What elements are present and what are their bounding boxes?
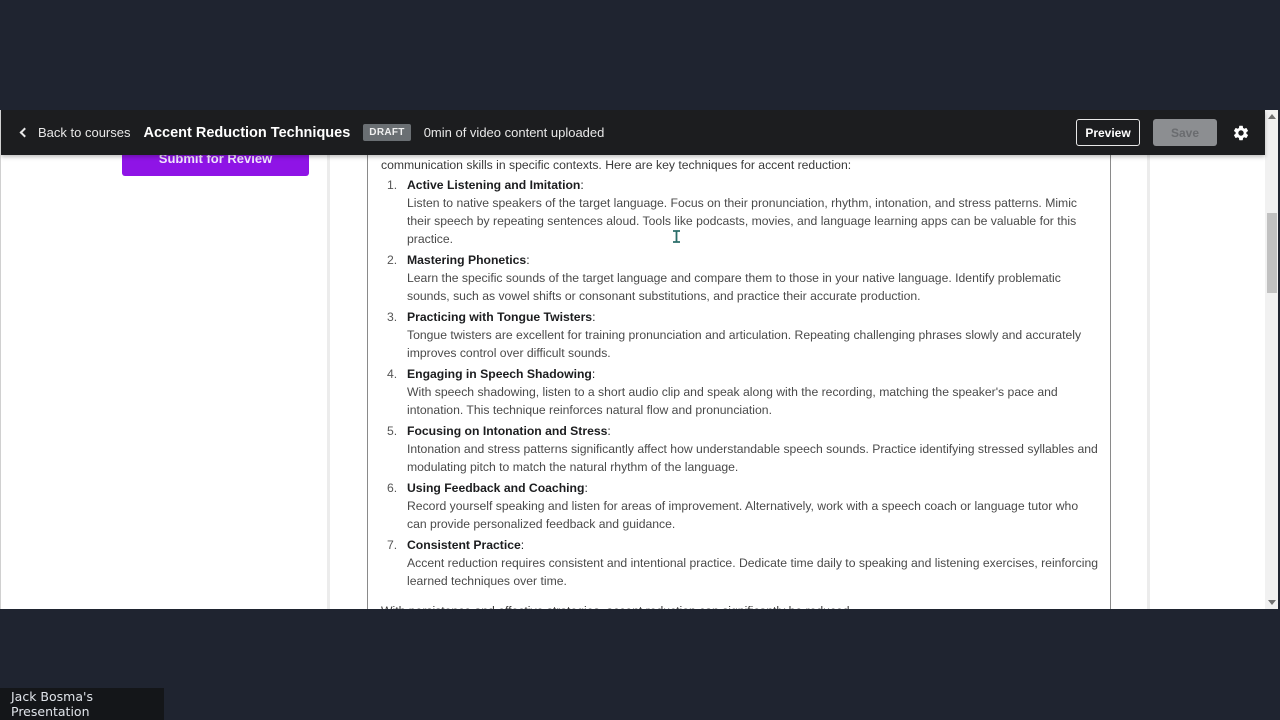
back-to-courses-link[interactable]: Back to courses xyxy=(19,125,131,140)
back-label: Back to courses xyxy=(38,125,131,140)
technique-title-colon: : xyxy=(526,253,530,267)
technique-description: Tongue twisters are excellent for traini… xyxy=(407,328,1082,360)
technique-item: 4. Engaging in Speech Shadowing: With spee… xyxy=(381,365,1101,419)
technique-title-colon: : xyxy=(592,310,596,324)
editor-content[interactable]: communication skills in specific context… xyxy=(381,156,1101,609)
technique-description: Listen to native speakers of the target … xyxy=(407,196,1078,246)
scroll-up-arrow-icon[interactable] xyxy=(1268,114,1276,119)
course-header-bar: Back to courses Accent Reduction Techniq… xyxy=(1,110,1265,155)
technique-number: 5. xyxy=(387,424,398,438)
technique-number: 7. xyxy=(387,538,398,552)
technique-title-text: Practicing with Tongue Twisters xyxy=(407,310,593,324)
technique-title-colon: : xyxy=(580,178,584,192)
course-editor-window: Back to courses Accent Reduction Techniq… xyxy=(0,110,1278,609)
scroll-thumb[interactable] xyxy=(1267,213,1277,293)
presenter-label: Jack Bosma's Presentation xyxy=(0,688,164,720)
technique-title-text: Engaging in Speech Shadowing xyxy=(407,367,592,381)
technique-title-text: Using Feedback and Coaching xyxy=(407,481,585,495)
rich-text-editor[interactable]: communication skills in specific context… xyxy=(367,140,1111,609)
technique-description: Accent reduction requires consistent and… xyxy=(407,556,1099,588)
technique-number: 2. xyxy=(387,253,398,267)
technique-title-text: Active Listening and Imitation xyxy=(407,178,581,192)
vertical-scrollbar[interactable] xyxy=(1265,110,1278,609)
page-divider-left xyxy=(327,155,330,609)
technique-title-text: Consistent Practice xyxy=(407,538,521,552)
technique-title: Using Feedback and Coaching: xyxy=(407,479,1101,497)
technique-title: Practicing with Tongue Twisters: xyxy=(407,308,1101,326)
page-divider-right xyxy=(1147,155,1150,609)
technique-item: 7. Consistent Practice: Accent reduction r… xyxy=(381,536,1101,590)
technique-title: Consistent Practice: xyxy=(407,536,1101,554)
technique-description: With speech shadowing, listen to a short… xyxy=(407,385,1058,417)
technique-title-colon: : xyxy=(591,367,596,381)
technique-description: Record yourself speaking and listen for … xyxy=(407,499,1079,531)
gear-icon[interactable] xyxy=(1231,123,1251,143)
left-sidebar: Submit for Review xyxy=(1,145,329,609)
technique-title-text: Mastering Phonetics xyxy=(407,253,527,267)
upload-status: 0min of video content uploaded xyxy=(423,125,605,140)
intro-paragraph: communication skills in specific context… xyxy=(381,158,852,172)
closing-paragraph: With persistence and effective strategie… xyxy=(381,602,1101,609)
scroll-down-arrow-icon[interactable] xyxy=(1268,600,1276,605)
technique-title-text: Focusing on Intonation and Stress xyxy=(407,424,608,438)
technique-number: 1. xyxy=(387,178,398,192)
technique-number: 3. xyxy=(387,310,398,324)
technique-description: Learn the specific sounds of the target … xyxy=(407,271,1061,303)
save-button[interactable]: Save xyxy=(1153,119,1217,146)
technique-item: 1. Active Listening and Imitation: Listen … xyxy=(381,176,1101,248)
technique-title-colon: : xyxy=(584,481,588,495)
technique-title: Active Listening and Imitation: xyxy=(407,176,1101,194)
technique-item: 5. Focusing on Intonation and Stress: Into… xyxy=(381,422,1101,476)
technique-number: 6. xyxy=(387,481,398,495)
technique-title: Mastering Phonetics: xyxy=(407,251,1101,269)
chevron-left-icon xyxy=(19,127,30,138)
header-actions: Preview Save xyxy=(1076,119,1251,146)
technique-title: Engaging in Speech Shadowing: xyxy=(407,365,1101,383)
status-badge: DRAFT xyxy=(363,124,411,141)
technique-title: Focusing on Intonation and Stress: xyxy=(407,422,1101,440)
technique-item: 2. Mastering Phonetics: Learn the specific… xyxy=(381,251,1101,305)
course-title: Accent Reduction Techniques xyxy=(143,124,351,141)
technique-number: 4. xyxy=(387,367,398,381)
text-cursor-icon xyxy=(673,230,680,243)
technique-title-colon: : xyxy=(607,424,611,438)
technique-description: Intonation and stress patterns significa… xyxy=(407,442,1098,474)
technique-title-colon: : xyxy=(520,538,525,552)
technique-item: 3. Practicing with Tongue Twisters: Tongue… xyxy=(381,308,1101,362)
technique-list: 1. Active Listening and Imitation: Listen … xyxy=(381,176,1101,590)
technique-item: 6. Using Feedback and Coaching: Record you… xyxy=(381,479,1101,533)
preview-button[interactable]: Preview xyxy=(1076,119,1140,146)
